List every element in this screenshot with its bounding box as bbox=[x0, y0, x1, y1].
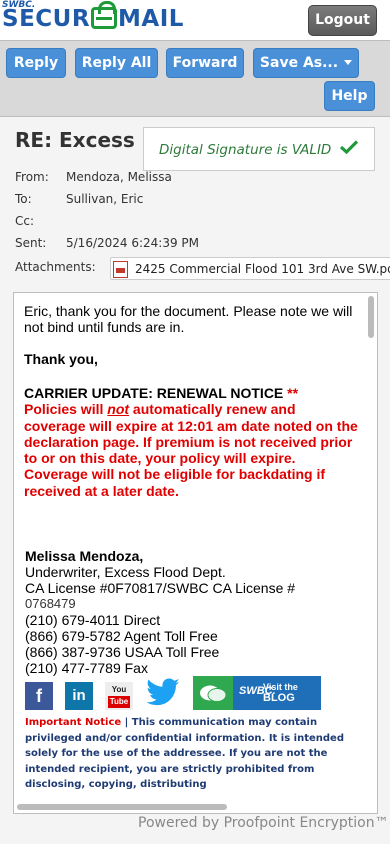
to-label: To: bbox=[15, 192, 32, 206]
action-toolbar: Reply Reply All Forward Save As... Help bbox=[0, 40, 390, 117]
help-button[interactable]: Help bbox=[324, 81, 375, 111]
signature-name: Melissa Mendoza, bbox=[25, 548, 144, 564]
twitter-icon[interactable] bbox=[145, 678, 181, 708]
facebook-icon[interactable]: f bbox=[25, 682, 53, 710]
lock-icon bbox=[91, 1, 118, 29]
save-as-button[interactable]: Save As... bbox=[253, 48, 359, 78]
to-value: Sullivan, Eric bbox=[66, 192, 144, 206]
body-greeting: Thank you, bbox=[24, 351, 98, 367]
signature-agent-phone: (866) 679-5782 Agent Toll Free bbox=[25, 628, 218, 644]
reply-all-button[interactable]: Reply All bbox=[75, 48, 158, 78]
caret-down-icon bbox=[344, 60, 353, 65]
sent-label: Sent: bbox=[15, 236, 47, 250]
linkedin-icon[interactable]: in bbox=[65, 682, 93, 710]
from-value: Mendoza, Melissa bbox=[66, 170, 172, 184]
cc-label: Cc: bbox=[15, 214, 35, 228]
vertical-scrollbar[interactable] bbox=[368, 296, 374, 338]
signature-license: CA License #0F70817/SWBC CA License # bbox=[25, 580, 296, 596]
reply-button[interactable]: Reply bbox=[6, 48, 66, 78]
powered-by-footer: Powered by Proofpoint Encryption™ bbox=[138, 815, 389, 831]
youtube-icon[interactable]: You Tube bbox=[105, 682, 133, 710]
signature-usaa-phone: (866) 387-9736 USAA Toll Free bbox=[25, 644, 220, 660]
top-bar: SWBC. SECUR MAIL Logout bbox=[0, 0, 390, 40]
legal-notice: Important Notice | This communication ma… bbox=[25, 715, 355, 793]
from-label: From: bbox=[15, 170, 49, 184]
notice-heading: CARRIER UPDATE: RENEWAL NOTICE bbox=[24, 385, 284, 401]
attachment-link[interactable]: 2425 Commercial Flood 101 3rd Ave SW.pdf bbox=[110, 257, 390, 280]
signature-status-box: Digital Signature is VALID bbox=[143, 127, 375, 171]
pdf-icon bbox=[113, 261, 128, 278]
message-body-frame[interactable]: Eric, thank you for the document. Please… bbox=[13, 292, 378, 814]
notice-text-pre: Policies will bbox=[24, 401, 108, 418]
legal-important-label: Important Notice bbox=[25, 717, 122, 728]
signature-direct-phone: (210) 679-4011 Direct bbox=[25, 612, 161, 628]
chat-icon[interactable] bbox=[193, 676, 233, 710]
signature-license-number: 0768479 bbox=[25, 596, 76, 611]
attachment-name: 2425 Commercial Flood 101 3rd Ave SW.pdf bbox=[135, 262, 390, 276]
horizontal-scrollbar[interactable] bbox=[17, 804, 227, 810]
logo-text-left: SECUR bbox=[2, 6, 91, 32]
checkmark-icon bbox=[340, 140, 358, 154]
message-content: Eric, thank you for the document. Please… bbox=[24, 303, 359, 499]
save-as-label: Save As... bbox=[259, 55, 339, 71]
signature-title: Underwriter, Excess Flood Dept. bbox=[25, 564, 226, 580]
notice-text-not: not bbox=[107, 401, 130, 418]
blog-brand: SWBC. bbox=[239, 685, 276, 697]
securemail-logo: SWBC. SECUR MAIL bbox=[2, 0, 232, 38]
sent-value: 5/16/2024 6:24:39 PM bbox=[66, 236, 200, 250]
blog-icon[interactable]: SWBC. Visit the BLOG bbox=[233, 676, 321, 710]
notice-stars: ** bbox=[283, 385, 299, 401]
signature-status-text: Digital Signature is VALID bbox=[159, 142, 332, 158]
message-subject: RE: Excess Flood bbox=[15, 128, 155, 152]
logo-text-right: MAIL bbox=[118, 6, 184, 32]
attachments-label: Attachments: bbox=[15, 260, 96, 274]
logout-button[interactable]: Logout bbox=[308, 5, 377, 36]
renewal-notice: CARRIER UPDATE: RENEWAL NOTICE ** Polici… bbox=[24, 385, 359, 499]
email-signature: Melissa Mendoza, Underwriter, Excess Flo… bbox=[25, 548, 365, 676]
body-paragraph: Eric, thank you for the document. Please… bbox=[24, 303, 353, 335]
social-links: f in You Tube SWBC. Visit the BLOG bbox=[25, 676, 325, 710]
signature-fax: (210) 477-7789 Fax bbox=[25, 660, 148, 676]
forward-button[interactable]: Forward bbox=[166, 48, 244, 78]
